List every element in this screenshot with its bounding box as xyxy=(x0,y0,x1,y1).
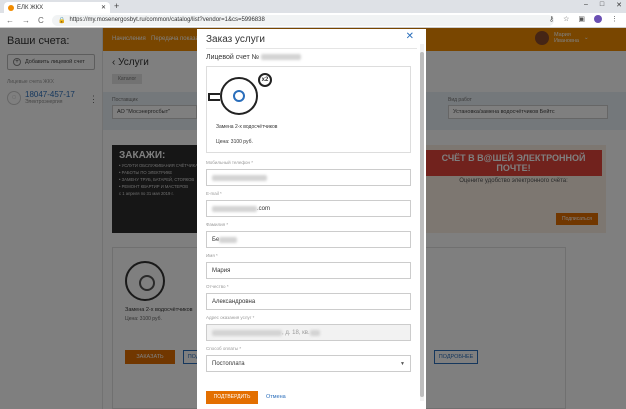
browser-tab[interactable]: ЕЛК ЖКХ ✕ xyxy=(4,2,110,13)
water-meter-icon: x2 xyxy=(208,73,272,115)
close-window-button[interactable]: ✕ xyxy=(616,1,622,9)
meter-dial xyxy=(233,90,245,102)
service-title: Замена 2-х водосчётчиков xyxy=(216,124,278,130)
patronymic-label: Отчество * xyxy=(206,284,229,289)
selected-service-box: x2 Замена 2-х водосчётчиков Цена: 3100 р… xyxy=(206,66,411,153)
payment-select[interactable]: Постоплата ▼ xyxy=(206,355,411,372)
modal-scrollbar[interactable] xyxy=(420,44,424,401)
email-field[interactable]: .com xyxy=(206,200,411,217)
lock-icon: 🔒 xyxy=(58,17,66,24)
modal-divider xyxy=(206,48,417,49)
cancel-link[interactable]: Отмена xyxy=(266,394,286,400)
bookmark-star-icon[interactable]: ☆ xyxy=(563,15,569,23)
payment-label: Способ оплаты * xyxy=(206,346,242,351)
url-text: https://my.mosenergosbyt.ru/common/catal… xyxy=(69,17,265,23)
site-favicon-icon xyxy=(8,4,14,11)
blurred-account-number xyxy=(261,54,302,61)
confirm-button[interactable]: ПОДТВЕРДИТЬ xyxy=(206,391,258,404)
forward-icon[interactable]: → xyxy=(22,16,30,25)
address-bar-row: ← → C 🔒 https://my.mosenergosbyt.ru/comm… xyxy=(0,13,626,28)
close-icon[interactable]: ✕ xyxy=(406,31,414,42)
new-tab-button[interactable]: + xyxy=(114,1,119,11)
order-service-modal: Заказ услуги ✕ Лицевой счет № x2 Замена … xyxy=(197,29,426,409)
blurred-apartment xyxy=(309,329,320,336)
blurred-email xyxy=(212,205,257,212)
url-input[interactable]: 🔒 https://my.mosenergosbyt.ru/common/cat… xyxy=(52,14,554,26)
nav-buttons: ← → C xyxy=(0,16,52,25)
patronymic-field[interactable]: Александровна xyxy=(206,293,411,310)
key-icon[interactable]: ⚷ xyxy=(549,15,554,23)
surname-field[interactable]: Бе xyxy=(206,231,411,248)
browser-tab-bar: ЕЛК ЖКХ ✕ + – □ ✕ xyxy=(0,0,626,13)
profile-avatar-icon[interactable] xyxy=(594,15,602,23)
tab-title: ЕЛК ЖКХ xyxy=(17,4,44,11)
scrollbar-thumb[interactable] xyxy=(420,52,424,397)
phone-label: Мобильный телефон * xyxy=(206,160,254,165)
window-controls: – □ ✕ xyxy=(584,1,622,9)
blurred-phone xyxy=(212,174,267,181)
modal-title: Заказ услуги xyxy=(206,34,265,45)
back-icon[interactable]: ← xyxy=(6,16,14,25)
blurred-address xyxy=(212,329,282,336)
name-field[interactable]: Мария xyxy=(206,262,411,279)
tab-close-icon[interactable]: ✕ xyxy=(101,4,106,11)
blurred-surname xyxy=(219,236,238,243)
maximize-button[interactable]: □ xyxy=(600,1,604,9)
address-field: , д. 18, кв. xyxy=(206,324,411,341)
browser-toolbar-icons: ⚷ ☆ ▣ ⋮ xyxy=(549,15,618,23)
menu-dots-icon[interactable]: ⋮ xyxy=(611,15,618,23)
account-number-label: Лицевой счет № xyxy=(206,54,302,61)
payment-value: Постоплата xyxy=(212,360,245,367)
extension-icon[interactable]: ▣ xyxy=(578,15,585,23)
service-price: Цена: 3100 руб. xyxy=(216,139,253,145)
reload-icon[interactable]: C xyxy=(38,16,44,25)
pipe-shape xyxy=(208,93,220,101)
address-label: Адрес оказания услуг * xyxy=(206,315,255,320)
quantity-badge: x2 xyxy=(258,73,272,87)
minimize-button[interactable]: – xyxy=(584,1,588,9)
email-label: E-mail * xyxy=(206,191,222,196)
name-label: Имя * xyxy=(206,253,218,258)
surname-label: Фамилия * xyxy=(206,222,229,227)
caret-down-icon: ▼ xyxy=(400,360,405,367)
phone-field[interactable] xyxy=(206,169,411,186)
